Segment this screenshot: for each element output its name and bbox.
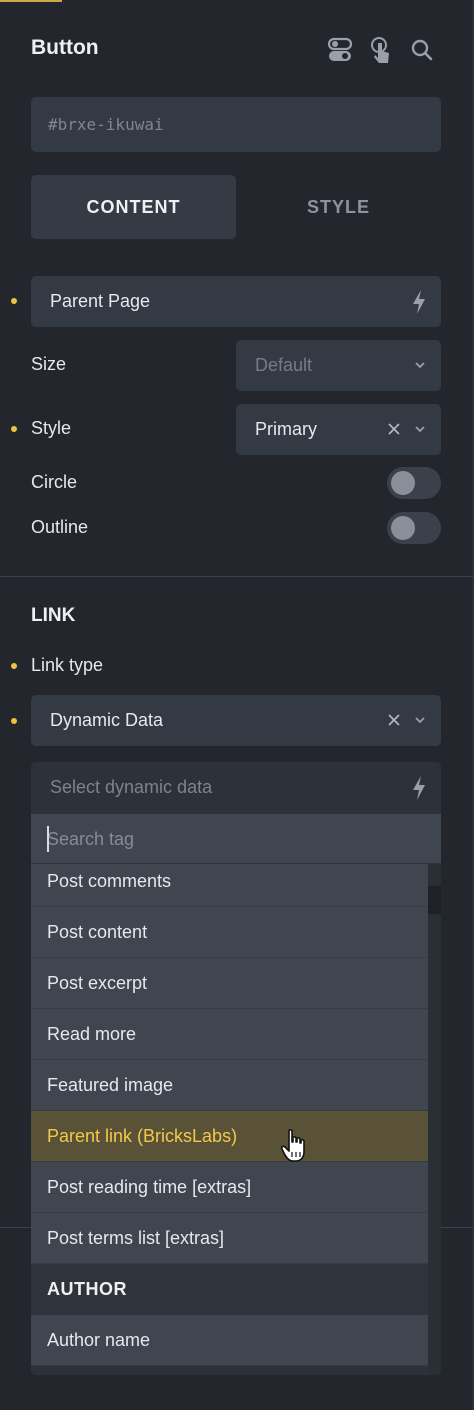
outline-toggle[interactable] bbox=[387, 512, 441, 544]
dynamic-data-placeholder: Select dynamic data bbox=[50, 777, 213, 797]
search-icon[interactable] bbox=[410, 36, 436, 64]
list-item[interactable]: Post reading time [extras] bbox=[31, 1162, 428, 1213]
hand-cursor-icon bbox=[280, 1129, 305, 1162]
circle-toggle[interactable] bbox=[387, 467, 441, 499]
chevron-down-icon bbox=[415, 717, 425, 724]
list-item[interactable]: Read more bbox=[31, 1009, 428, 1060]
tab-content[interactable]: CONTENT bbox=[31, 175, 236, 239]
text-input-value: Parent Page bbox=[50, 291, 151, 311]
toggle-knob bbox=[391, 516, 415, 540]
style-select-value: Primary bbox=[255, 419, 317, 439]
list-item[interactable]: Featured image bbox=[31, 1060, 428, 1111]
search-tag-placeholder: Search tag bbox=[47, 829, 135, 849]
scrollbar-thumb[interactable] bbox=[428, 886, 441, 914]
toggle-knob bbox=[391, 471, 415, 495]
list-item[interactable]: Post terms list [extras] bbox=[31, 1213, 428, 1264]
element-id-field[interactable]: #brxe-ikuwai bbox=[31, 97, 441, 152]
list-item[interactable]: Post excerpt bbox=[31, 958, 428, 1009]
dropdown-scrollbar[interactable] bbox=[428, 864, 441, 1375]
modified-dot bbox=[11, 663, 17, 669]
list-item[interactable]: Author name bbox=[31, 1315, 428, 1366]
style-select[interactable]: Primary bbox=[236, 404, 441, 455]
panel-title: Button bbox=[31, 36, 99, 59]
clear-icon[interactable] bbox=[387, 711, 401, 729]
list-item-highlighted[interactable]: Parent link (BricksLabs) bbox=[31, 1111, 428, 1162]
modified-dot bbox=[11, 718, 17, 724]
top-accent-bar bbox=[0, 0, 62, 2]
dynamic-data-dropdown[interactable]: Select dynamic data Search tag Post comm… bbox=[31, 762, 441, 1375]
style-label: Style bbox=[31, 418, 72, 438]
chevron-down-icon bbox=[415, 426, 425, 433]
size-select[interactable]: Default bbox=[236, 340, 441, 391]
circle-label: Circle bbox=[31, 472, 78, 492]
dynamic-tag-list: Post comments Post content Post excerpt … bbox=[31, 864, 428, 1375]
dynamic-data-icon[interactable] bbox=[410, 775, 428, 801]
size-label: Size bbox=[31, 354, 67, 374]
search-tag-input[interactable]: Search tag bbox=[31, 814, 441, 864]
modified-dot bbox=[11, 426, 17, 432]
list-item[interactable]: Post content bbox=[31, 907, 428, 958]
link-section-title: LINK bbox=[31, 605, 76, 626]
group-header-author: AUTHOR bbox=[31, 1264, 428, 1315]
link-type-label: Link type bbox=[31, 655, 104, 675]
dynamic-data-icon[interactable] bbox=[410, 289, 428, 315]
toggle-icon[interactable] bbox=[327, 36, 353, 64]
section-divider bbox=[0, 576, 474, 577]
size-select-value: Default bbox=[255, 355, 313, 375]
tab-style[interactable]: STYLE bbox=[236, 175, 441, 239]
modified-dot bbox=[11, 298, 17, 304]
clear-icon[interactable] bbox=[387, 420, 401, 438]
chevron-down-icon bbox=[415, 362, 425, 369]
outline-label: Outline bbox=[31, 517, 89, 537]
pointer-hand-icon[interactable] bbox=[368, 36, 394, 64]
text-input[interactable]: Parent Page bbox=[31, 276, 441, 327]
dynamic-data-select[interactable]: Select dynamic data bbox=[31, 762, 441, 814]
list-item[interactable]: Post comments bbox=[31, 864, 428, 907]
link-type-select[interactable]: Dynamic Data bbox=[31, 695, 441, 746]
link-type-value: Dynamic Data bbox=[50, 710, 164, 730]
text-caret bbox=[47, 826, 49, 852]
